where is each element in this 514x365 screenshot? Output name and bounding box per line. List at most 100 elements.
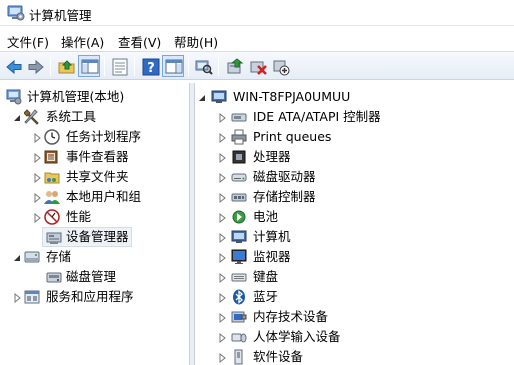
collapsed-arrow-icon[interactable] bbox=[32, 192, 42, 204]
device-category-label: 电池 bbox=[253, 209, 279, 224]
device-category-computer[interactable]: 计算机 bbox=[195, 227, 513, 247]
collapsed-arrow-icon[interactable] bbox=[217, 332, 227, 344]
console-tree-pane[interactable]: 计算机管理(本地) 系统工具 任务计划程序 事件查看器 共享文件夹 本地用户和组… bbox=[2, 83, 190, 365]
menu-action[interactable]: 操作(A) bbox=[61, 32, 104, 51]
device-category-label: Print queues bbox=[253, 129, 332, 144]
collapsed-arrow-icon[interactable] bbox=[217, 292, 227, 304]
forward-arrow-icon bbox=[28, 59, 44, 75]
device-category-hid[interactable]: 人体学输入设备 bbox=[195, 327, 513, 347]
enable-device-button[interactable] bbox=[269, 55, 291, 77]
collapsed-arrow-icon[interactable] bbox=[217, 272, 227, 284]
device-category-label: 磁盘驱动器 bbox=[253, 169, 316, 184]
tree-root-label: 计算机管理(本地) bbox=[27, 89, 125, 104]
ide-controller-icon bbox=[231, 109, 247, 125]
device-category-bluetooth[interactable]: 蓝牙 bbox=[195, 287, 513, 307]
computer-management-icon bbox=[6, 89, 22, 105]
device-tree-pane[interactable]: WIN-T8FPJA0UMUU IDE ATA/ATAPI 控制器 Print … bbox=[194, 83, 514, 365]
device-category-label: 监视器 bbox=[253, 249, 291, 264]
show-action-pane-button[interactable] bbox=[162, 55, 184, 77]
tree-item-local-users-groups[interactable]: 本地用户和组 bbox=[2, 187, 188, 207]
show-action-pane-icon bbox=[165, 59, 183, 74]
device-category-ide[interactable]: IDE ATA/ATAPI 控制器 bbox=[195, 107, 513, 127]
device-category-monitors[interactable]: 监视器 bbox=[195, 247, 513, 267]
storage-controller-icon bbox=[231, 189, 247, 205]
device-category-print-queues[interactable]: Print queues bbox=[195, 127, 513, 147]
device-category-batteries[interactable]: 电池 bbox=[195, 207, 513, 227]
collapsed-arrow-icon[interactable] bbox=[32, 172, 42, 184]
expanded-arrow-icon[interactable] bbox=[12, 252, 22, 262]
collapsed-arrow-icon[interactable] bbox=[217, 112, 227, 124]
collapsed-arrow-icon[interactable] bbox=[217, 192, 227, 204]
collapsed-arrow-icon[interactable] bbox=[217, 152, 227, 164]
up-folder-icon bbox=[58, 60, 75, 74]
tree-item-shared-folders[interactable]: 共享文件夹 bbox=[2, 167, 188, 187]
printer-icon bbox=[231, 129, 247, 145]
expanded-arrow-icon[interactable] bbox=[12, 112, 22, 122]
tree-item-event-viewer[interactable]: 事件查看器 bbox=[2, 147, 188, 167]
keyboard-icon bbox=[231, 269, 247, 285]
tree-item-storage[interactable]: 存储 bbox=[2, 247, 188, 267]
device-category-label: 蓝牙 bbox=[253, 289, 279, 304]
update-driver-button[interactable] bbox=[223, 55, 245, 77]
menu-file[interactable]: 文件(F) bbox=[7, 32, 49, 51]
tree-item-system-tools[interactable]: 系统工具 bbox=[2, 107, 188, 127]
device-tree-root[interactable]: WIN-T8FPJA0UMUU bbox=[195, 87, 513, 107]
show-hide-console-tree-icon bbox=[81, 59, 99, 74]
show-hide-console-tree-button[interactable] bbox=[78, 55, 100, 77]
menu-help[interactable]: 帮助(H) bbox=[174, 32, 218, 51]
collapsed-arrow-icon[interactable] bbox=[217, 132, 227, 144]
tree-item-label: 系统工具 bbox=[46, 109, 97, 124]
tree-item-performance[interactable]: 性能 bbox=[2, 207, 188, 227]
back-arrow-icon bbox=[6, 59, 22, 75]
device-category-label: 人体学输入设备 bbox=[253, 329, 341, 344]
properties-button[interactable] bbox=[108, 55, 130, 77]
forward-button[interactable] bbox=[24, 55, 46, 77]
device-category-software-devices[interactable]: 软件设备 bbox=[195, 347, 513, 365]
hid-icon bbox=[231, 329, 247, 345]
help-button[interactable]: ? bbox=[139, 55, 161, 77]
tree-item-disk-management[interactable]: 磁盘管理 bbox=[2, 267, 188, 287]
collapsed-arrow-icon[interactable] bbox=[12, 292, 22, 304]
collapsed-arrow-icon[interactable] bbox=[217, 312, 227, 324]
monitor-icon bbox=[231, 249, 247, 265]
scan-hardware-button[interactable] bbox=[192, 55, 214, 77]
collapsed-arrow-icon[interactable] bbox=[217, 212, 227, 224]
tree-item-label: 事件查看器 bbox=[66, 149, 129, 164]
collapsed-arrow-icon[interactable] bbox=[32, 132, 42, 144]
tree-item-device-manager[interactable]: 设备管理器 bbox=[2, 227, 188, 247]
back-button[interactable] bbox=[2, 55, 24, 77]
device-category-disk-drives[interactable]: 磁盘驱动器 bbox=[195, 167, 513, 187]
device-category-label: 存储控制器 bbox=[253, 189, 316, 204]
properties-icon bbox=[112, 58, 128, 76]
tree-item-label: 共享文件夹 bbox=[66, 169, 129, 184]
collapsed-arrow-icon[interactable] bbox=[32, 212, 42, 224]
scan-hardware-icon bbox=[195, 60, 213, 75]
tree-item-label: 存储 bbox=[46, 249, 72, 264]
device-category-label: 计算机 bbox=[253, 229, 291, 244]
collapsed-arrow-icon[interactable] bbox=[217, 172, 227, 184]
performance-icon bbox=[44, 209, 60, 225]
device-category-processors[interactable]: 处理器 bbox=[195, 147, 513, 167]
collapsed-arrow-icon[interactable] bbox=[217, 252, 227, 264]
collapsed-arrow-icon[interactable] bbox=[217, 232, 227, 244]
collapsed-arrow-icon[interactable] bbox=[217, 352, 227, 364]
tree-root[interactable]: 计算机管理(本地) bbox=[2, 87, 188, 107]
processor-icon bbox=[231, 149, 247, 165]
tree-item-task-scheduler[interactable]: 任务计划程序 bbox=[2, 127, 188, 147]
collapsed-arrow-icon[interactable] bbox=[32, 152, 42, 164]
memory-device-icon bbox=[231, 309, 247, 325]
tree-item-services-applications[interactable]: 服务和应用程序 bbox=[2, 287, 188, 307]
device-category-memory-technology[interactable]: 内存技术设备 bbox=[195, 307, 513, 327]
device-category-storage-controllers[interactable]: 存储控制器 bbox=[195, 187, 513, 207]
menu-view[interactable]: 查看(V) bbox=[118, 32, 161, 51]
uninstall-device-button[interactable] bbox=[246, 55, 268, 77]
expanded-arrow-icon[interactable] bbox=[197, 92, 207, 102]
disk-management-icon bbox=[46, 269, 62, 285]
computer-management-icon bbox=[7, 5, 25, 21]
device-category-keyboards[interactable]: 键盘 bbox=[195, 267, 513, 287]
up-one-level-button[interactable] bbox=[55, 55, 77, 77]
users-icon bbox=[44, 189, 60, 205]
computer-icon bbox=[231, 229, 247, 245]
window-title: 计算机管理 bbox=[29, 8, 92, 23]
services-icon bbox=[24, 289, 40, 305]
